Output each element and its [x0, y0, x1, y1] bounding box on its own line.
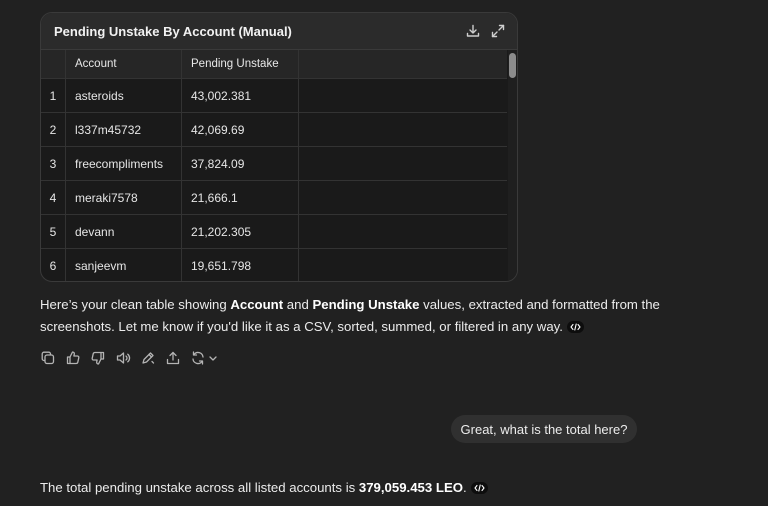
bold-account: Account	[230, 297, 284, 312]
chevron-down-icon[interactable]	[205, 350, 217, 366]
user-message-bubble: Great, what is the total here?	[451, 415, 637, 443]
pending-unstake-cell[interactable]: 21,666.1	[182, 181, 299, 214]
answer-total: 379,059.453 LEO	[358, 480, 463, 495]
table-card-header: Pending Unstake By Account (Manual)	[41, 13, 517, 50]
account-cell[interactable]: sanjeevm	[66, 249, 182, 281]
table-title: Pending Unstake By Account (Manual)	[54, 24, 292, 39]
account-cell[interactable]: freecompliments	[66, 147, 182, 180]
empty-cell	[299, 181, 507, 214]
thumbs-down-icon[interactable]	[90, 350, 106, 366]
account-cell[interactable]: devann	[66, 215, 182, 248]
pending-unstake-cell[interactable]: 42,069.69	[182, 113, 299, 146]
table-scrollbar[interactable]	[508, 50, 517, 281]
row-index[interactable]: 5	[41, 215, 66, 248]
code-icon[interactable]	[470, 481, 488, 494]
empty-cell	[299, 215, 507, 248]
table-row: 2 l337m45732 42,069.69	[41, 113, 507, 147]
regenerate-icon[interactable]	[190, 350, 206, 366]
row-index[interactable]: 4	[41, 181, 66, 214]
index-column-header	[41, 50, 66, 78]
row-index[interactable]: 1	[41, 79, 66, 112]
message-text: and	[283, 297, 313, 312]
empty-cell	[299, 79, 507, 112]
table-row: 6 sanjeevm 19,651.798	[41, 249, 507, 281]
table-row: 1 asteroids 43,002.381	[41, 79, 507, 113]
pending-unstake-cell[interactable]: 19,651.798	[182, 249, 299, 281]
row-index[interactable]: 3	[41, 147, 66, 180]
edit-icon[interactable]	[140, 350, 156, 366]
empty-column-header	[299, 50, 507, 78]
table-row: 4 meraki7578 21,666.1	[41, 181, 507, 215]
pending-unstake-cell[interactable]: 21,202.305	[182, 215, 299, 248]
share-icon[interactable]	[165, 350, 181, 366]
table-card: Pending Unstake By Account (Manual) Acco…	[40, 12, 518, 282]
assistant-message: Here’s your clean table showing Account …	[40, 294, 660, 338]
pending-unstake-cell[interactable]: 43,002.381	[182, 79, 299, 112]
empty-cell	[299, 113, 507, 146]
message-text: Here’s your clean table showing	[40, 297, 231, 312]
account-cell[interactable]: l337m45732	[66, 113, 182, 146]
assistant-answer: The total pending unstake across all lis…	[40, 478, 488, 498]
read-aloud-icon[interactable]	[115, 350, 131, 366]
row-index[interactable]: 2	[41, 113, 66, 146]
account-cell[interactable]: meraki7578	[66, 181, 182, 214]
account-column-header[interactable]: Account	[66, 50, 182, 78]
answer-text: The total pending unstake across all lis…	[40, 480, 359, 495]
bold-pending-unstake: Pending Unstake	[312, 297, 420, 312]
table-row: 5 devann 21,202.305	[41, 215, 507, 249]
account-cell[interactable]: asteroids	[66, 79, 182, 112]
empty-cell	[299, 147, 507, 180]
answer-text: .	[463, 480, 467, 495]
expand-icon[interactable]	[490, 23, 506, 39]
table-row: 3 freecompliments 37,824.09	[41, 147, 507, 181]
table-body: 1 asteroids 43,002.381 2 l337m45732 42,069.69…	[41, 79, 507, 281]
pending-unstake-column-header[interactable]: Pending Unstake	[182, 50, 299, 78]
code-icon[interactable]	[566, 320, 584, 333]
user-message-text: Great, what is the total here?	[460, 421, 628, 437]
empty-cell	[299, 249, 507, 281]
pending-unstake-cell[interactable]: 37,824.09	[182, 147, 299, 180]
scrollbar-thumb[interactable]	[509, 53, 516, 78]
thumbs-up-icon[interactable]	[65, 350, 81, 366]
table-header-row: Account Pending Unstake	[41, 50, 507, 79]
row-index[interactable]: 6	[41, 249, 66, 281]
data-table: Account Pending Unstake 1 asteroids 43,002…	[41, 50, 507, 281]
copy-icon[interactable]	[40, 350, 56, 366]
download-icon[interactable]	[465, 23, 481, 39]
